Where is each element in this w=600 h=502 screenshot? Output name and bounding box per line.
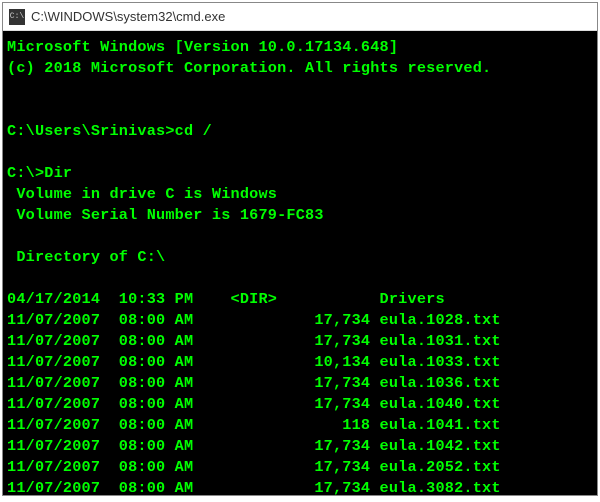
prompt: C:\Users\Srinivas> <box>7 122 175 140</box>
dir-entry: 11/07/2007 08:00 AM 17,734 eula.1028.txt <box>7 310 593 331</box>
directory-listing: 04/17/2014 10:33 PM <DIR> Drivers11/07/2… <box>7 289 593 495</box>
titlebar[interactable]: C:\ C:\WINDOWS\system32\cmd.exe <box>3 3 597 31</box>
volume-line: Volume in drive C is Windows <box>7 185 277 203</box>
dir-entry: 11/07/2007 08:00 AM 17,734 eula.2052.txt <box>7 457 593 478</box>
serial-line: Volume Serial Number is 1679-FC83 <box>7 206 324 224</box>
directory-of-line: Directory of C:\ <box>7 248 165 266</box>
dir-entry: 11/07/2007 08:00 AM 118 eula.1041.txt <box>7 415 593 436</box>
copyright-line: (c) 2018 Microsoft Corporation. All righ… <box>7 59 491 77</box>
dir-entry: 11/07/2007 08:00 AM 10,134 eula.1033.txt <box>7 352 593 373</box>
terminal-output[interactable]: Microsoft Windows [Version 10.0.17134.64… <box>3 31 597 495</box>
dir-entry: 11/07/2007 08:00 AM 17,734 eula.1031.txt <box>7 331 593 352</box>
dir-entry: 11/07/2007 08:00 AM 17,734 eula.3082.txt <box>7 478 593 495</box>
cmd-icon: C:\ <box>9 9 25 25</box>
version-line: Microsoft Windows [Version 10.0.17134.64… <box>7 38 398 56</box>
command-input: Dir <box>44 164 72 182</box>
dir-entry: 11/07/2007 08:00 AM 17,734 eula.1042.txt <box>7 436 593 457</box>
dir-entry: 11/07/2007 08:00 AM 17,734 eula.1040.txt <box>7 394 593 415</box>
window-title: C:\WINDOWS\system32\cmd.exe <box>31 9 225 24</box>
dir-entry: 04/17/2014 10:33 PM <DIR> Drivers <box>7 289 593 310</box>
dir-entry: 11/07/2007 08:00 AM 17,734 eula.1036.txt <box>7 373 593 394</box>
cmd-window: C:\ C:\WINDOWS\system32\cmd.exe Microsof… <box>2 2 598 496</box>
prompt: C:\> <box>7 164 44 182</box>
command-input: cd / <box>175 122 212 140</box>
